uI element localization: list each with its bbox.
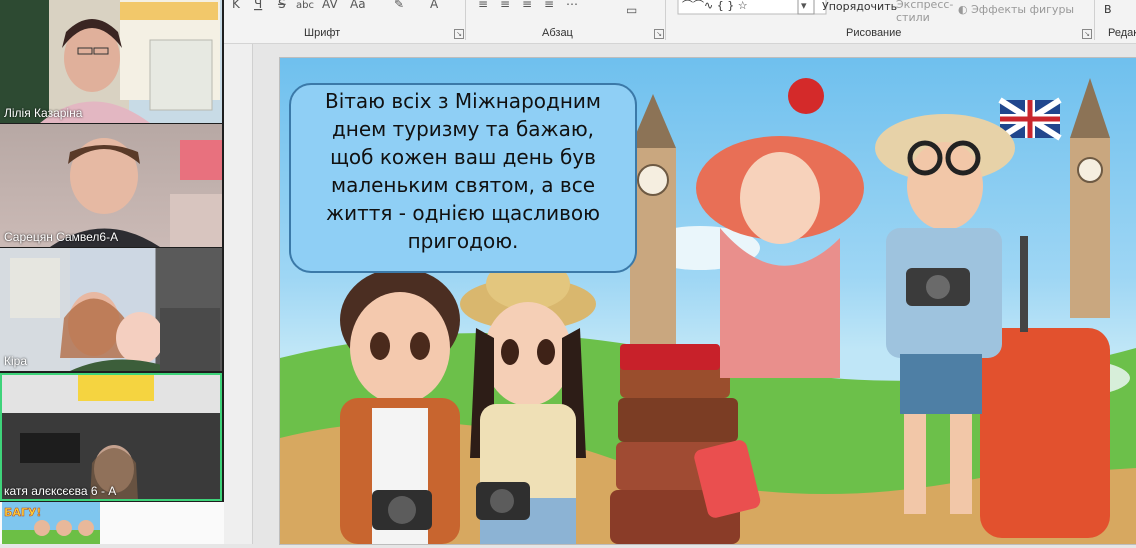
slide-thumbnail[interactable]: БАГУ! (2, 502, 100, 544)
columns-icon: ⋯ (566, 0, 578, 11)
drawing-group-label: Рисование (846, 27, 902, 39)
align-right-icon: ≡ (522, 0, 532, 11)
shapes-glyphs: ⌒⌒∿ { } ☆ (682, 0, 748, 12)
strikethrough-icon: S (278, 0, 286, 11)
participant-name: катя алєксєєва 6 - А (4, 484, 117, 498)
video-tile-1[interactable]: Лілія Казаріна (0, 0, 222, 123)
video-feed-4 (0, 373, 222, 501)
greeting-speech-bubble[interactable]: Вітаю всіх з Міжнародним днем туризму та… (289, 83, 637, 273)
video-feed-2 (50, 138, 222, 247)
video-tile-4[interactable]: катя алєксєєва 6 - А (0, 373, 222, 501)
thumbnail-caption: БАГУ! (4, 506, 41, 519)
group-separator (1094, 0, 1095, 40)
slide-layout-icon: ▭ (626, 3, 637, 17)
paragraph-group-label: Абзац (542, 27, 573, 39)
greeting-line: Вітаю всіх з Міжнародним (325, 89, 601, 113)
participant-name: Сарецян Самвел6-А (4, 230, 119, 244)
justify-icon: ≡ (544, 0, 554, 11)
font-color-icon: A (430, 0, 439, 11)
arrange-button[interactable]: Упорядочить (822, 0, 897, 14)
shape-effects-icon: ◐ (958, 3, 972, 16)
greeting-line: пригодою. (407, 229, 519, 253)
font-size-icon: Aa (350, 0, 366, 11)
shape-effects-label: Эффекты фигуры (971, 3, 1075, 16)
greeting-line: щоб кожен ваш день був (330, 145, 596, 169)
more-shapes-icon: ▾ (801, 0, 807, 12)
paragraph-dialog-launcher-icon[interactable]: ↘ (654, 29, 664, 39)
express-styles-button[interactable]: Экспресс- стили (896, 0, 953, 24)
ribbon: K Ч S abc AV Aa ✎ A ≡ ≡ ≡ ≡ ⋯ ▭ ⌒⌒∿ { } … (224, 0, 1136, 44)
editing-group-label: Редак (1108, 27, 1136, 39)
font-group-label: Шрифт (304, 27, 341, 39)
font-dialog-launcher-icon[interactable]: ↘ (454, 29, 464, 39)
shape-effects-button[interactable]: ◐ Эффекты фигуры (958, 3, 1088, 17)
align-center-icon: ≡ (500, 0, 510, 11)
italic-icon: K (232, 0, 241, 11)
greeting-line: життя - однією щасливою (326, 201, 600, 225)
participant-name: Лілія Казаріна (4, 106, 83, 120)
case-icon: AV (322, 0, 338, 11)
video-tile-3[interactable]: Кіра (0, 248, 222, 371)
find-button[interactable]: В (1104, 3, 1124, 17)
video-tile-2[interactable]: Сарецян Самвел6-А (0, 124, 222, 247)
align-left-icon: ≡ (478, 0, 488, 11)
video-panel: Лілія Казаріна Сарецян Самвел6-А Кіра ка… (0, 0, 224, 502)
drawing-dialog-launcher-icon[interactable]: ↘ (1082, 29, 1092, 39)
group-separator (465, 0, 466, 40)
greeting-line: днем туризму та бажаю, (331, 117, 595, 141)
group-separator (665, 0, 666, 40)
greeting-line: маленьким святом, а все (330, 173, 596, 197)
slide-list-edge (224, 44, 253, 544)
participant-name: Кіра (4, 354, 28, 368)
underline-icon: Ч (254, 0, 262, 11)
video-feed-3 (0, 248, 220, 371)
highlight-icon: ✎ (394, 0, 404, 11)
char-spacing-icon: abc (296, 0, 314, 11)
video-feed-1 (40, 0, 220, 123)
